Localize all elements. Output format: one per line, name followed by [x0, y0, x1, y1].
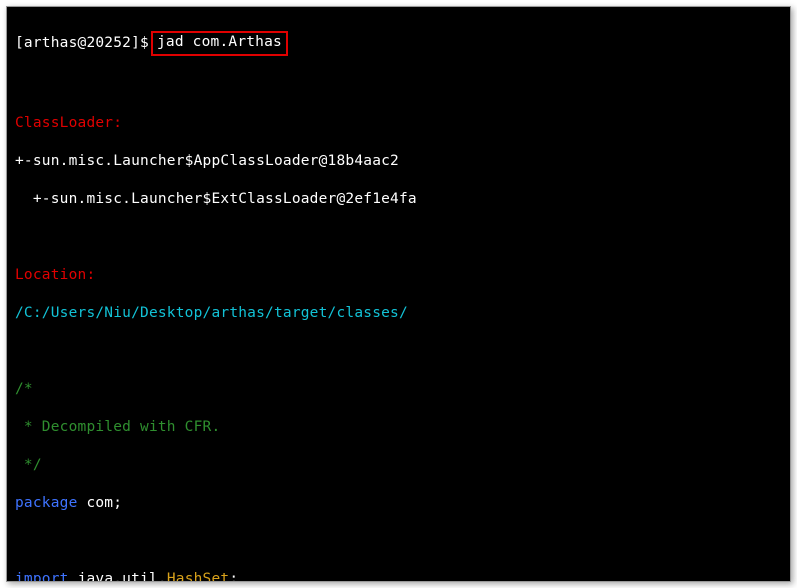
location-path: /C:/Users/Niu/Desktop/arthas/target/clas… — [15, 304, 782, 323]
blank-line — [15, 532, 782, 551]
import-class: HashSet — [167, 571, 230, 582]
shell-prompt: [arthas@20252]$ — [15, 35, 149, 51]
import-end: ; — [229, 571, 238, 582]
blank-line — [15, 228, 782, 247]
import-line: import java.util.HashSet; — [15, 570, 782, 582]
package-keyword: package — [15, 495, 78, 511]
blank-line — [15, 342, 782, 361]
location-header: Location: — [15, 266, 782, 285]
terminal-window: [arthas@20252]$ jad com.Arthas ClassLoade… — [6, 6, 791, 582]
command-text: jad com.Arthas — [157, 34, 282, 50]
terminal-output[interactable]: [arthas@20252]$ jad com.Arthas ClassLoade… — [7, 7, 790, 582]
classloader-line-1: +-sun.misc.Launcher$AppClassLoader@18b4a… — [15, 152, 782, 171]
classloader-header: ClassLoader: — [15, 114, 782, 133]
classloader-line-2: +-sun.misc.Launcher$ExtClassLoader@2ef1e… — [15, 190, 782, 209]
comment-line: * Decompiled with CFR. — [15, 418, 782, 437]
comment-line: /* — [15, 380, 782, 399]
prompt-line: [arthas@20252]$ jad com.Arthas — [15, 32, 782, 57]
blank-line — [15, 76, 782, 95]
command-highlight-box: jad com.Arthas — [151, 31, 288, 56]
comment-line: */ — [15, 456, 782, 475]
import-path: java.util. — [69, 571, 167, 582]
package-line: package com; — [15, 494, 782, 513]
package-name: com; — [78, 495, 123, 511]
import-keyword: import — [15, 571, 69, 582]
